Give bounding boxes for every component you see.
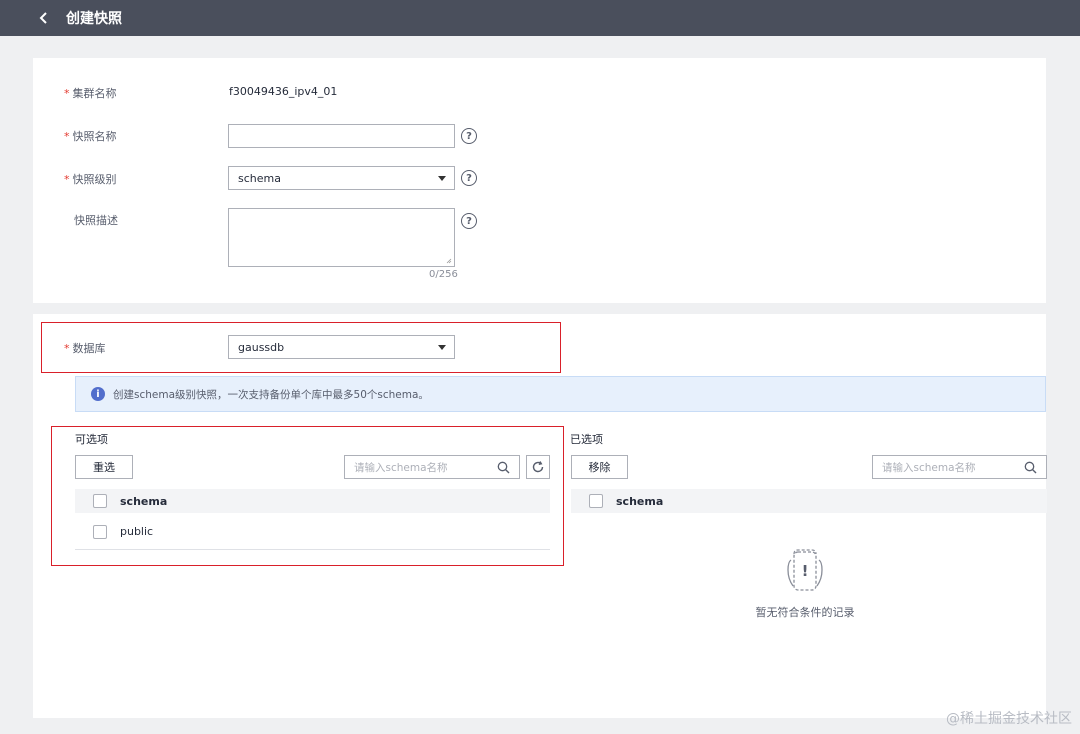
remove-button[interactable]: 移除 bbox=[571, 455, 628, 479]
snapshot-desc-help-icon[interactable]: ? bbox=[461, 213, 477, 229]
empty-state: ! 暂无符合条件的记录 bbox=[730, 546, 880, 620]
snapshot-level-select[interactable]: schema bbox=[228, 166, 455, 190]
required-mark: * bbox=[64, 173, 70, 186]
database-select[interactable]: gaussdb bbox=[228, 335, 455, 359]
available-search-placeholder: 请输入schema名称 bbox=[354, 461, 448, 474]
table-row[interactable]: public bbox=[75, 514, 550, 550]
snapshot-desc-textarea[interactable] bbox=[228, 208, 455, 267]
snapshot-desc-label: 快照描述 bbox=[74, 214, 118, 227]
required-mark: * bbox=[64, 87, 70, 100]
schema-name: public bbox=[120, 525, 154, 538]
database-label: * 数据库 bbox=[64, 340, 106, 356]
required-mark: * bbox=[64, 342, 70, 355]
chevron-down-icon bbox=[438, 176, 446, 181]
search-icon[interactable] bbox=[497, 461, 510, 474]
reset-button[interactable]: 重选 bbox=[75, 455, 133, 479]
cluster-name-label-text: 集群名称 bbox=[72, 87, 117, 100]
schema-column-header: schema bbox=[120, 494, 168, 508]
snapshot-name-label: * 快照名称 bbox=[64, 128, 117, 144]
snapshot-level-label-text: 快照级别 bbox=[72, 173, 117, 186]
empty-state-text: 暂无符合条件的记录 bbox=[755, 606, 855, 619]
selected-title: 已选项 bbox=[570, 433, 603, 446]
snapshot-level-help-icon[interactable]: ? bbox=[461, 170, 477, 186]
page-title: 创建快照 bbox=[66, 11, 122, 27]
info-text: 创建schema级别快照，一次支持备份单个库中最多50个schema。 bbox=[113, 388, 429, 401]
required-mark: * bbox=[64, 130, 70, 143]
available-table-header: schema bbox=[75, 489, 550, 513]
svg-text:!: ! bbox=[802, 562, 809, 580]
available-search-input[interactable]: 请输入schema名称 bbox=[344, 455, 520, 479]
desc-char-counter: 0/256 bbox=[429, 269, 458, 280]
selected-search-input[interactable]: 请输入schema名称 bbox=[872, 455, 1047, 479]
refresh-button[interactable] bbox=[526, 455, 550, 479]
select-all-checkbox[interactable] bbox=[93, 494, 107, 508]
empty-record-icon: ! bbox=[787, 549, 823, 591]
resize-handle-icon[interactable] bbox=[446, 258, 452, 264]
snapshot-name-label-text: 快照名称 bbox=[72, 130, 117, 143]
basic-info-card bbox=[33, 58, 1046, 303]
row-checkbox[interactable] bbox=[93, 524, 107, 539]
selected-table-header: schema bbox=[571, 489, 1047, 513]
info-icon: i bbox=[91, 387, 105, 401]
refresh-icon bbox=[532, 461, 544, 473]
cluster-name-label: * 集群名称 bbox=[64, 85, 117, 101]
snapshot-level-label: * 快照级别 bbox=[64, 171, 117, 187]
top-bar: 创建快照 bbox=[0, 0, 1080, 36]
database-value: gaussdb bbox=[238, 340, 285, 354]
back-icon[interactable] bbox=[34, 8, 54, 28]
snapshot-name-help-icon[interactable]: ? bbox=[461, 128, 477, 144]
watermark: @稀土掘金技术社区 bbox=[946, 711, 1072, 727]
search-icon[interactable] bbox=[1024, 461, 1037, 474]
select-all-checkbox[interactable] bbox=[589, 494, 603, 508]
cluster-name-value: f30049436_ipv4_01 bbox=[229, 85, 338, 98]
available-title: 可选项 bbox=[75, 433, 108, 446]
selected-search-placeholder: 请输入schema名称 bbox=[882, 461, 976, 474]
snapshot-name-input[interactable] bbox=[228, 124, 455, 148]
info-banner: i 创建schema级别快照，一次支持备份单个库中最多50个schema。 bbox=[75, 376, 1046, 412]
schema-column-header: schema bbox=[616, 494, 664, 508]
snapshot-level-value: schema bbox=[238, 171, 281, 185]
database-label-text: 数据库 bbox=[72, 342, 106, 355]
chevron-down-icon bbox=[438, 345, 446, 350]
